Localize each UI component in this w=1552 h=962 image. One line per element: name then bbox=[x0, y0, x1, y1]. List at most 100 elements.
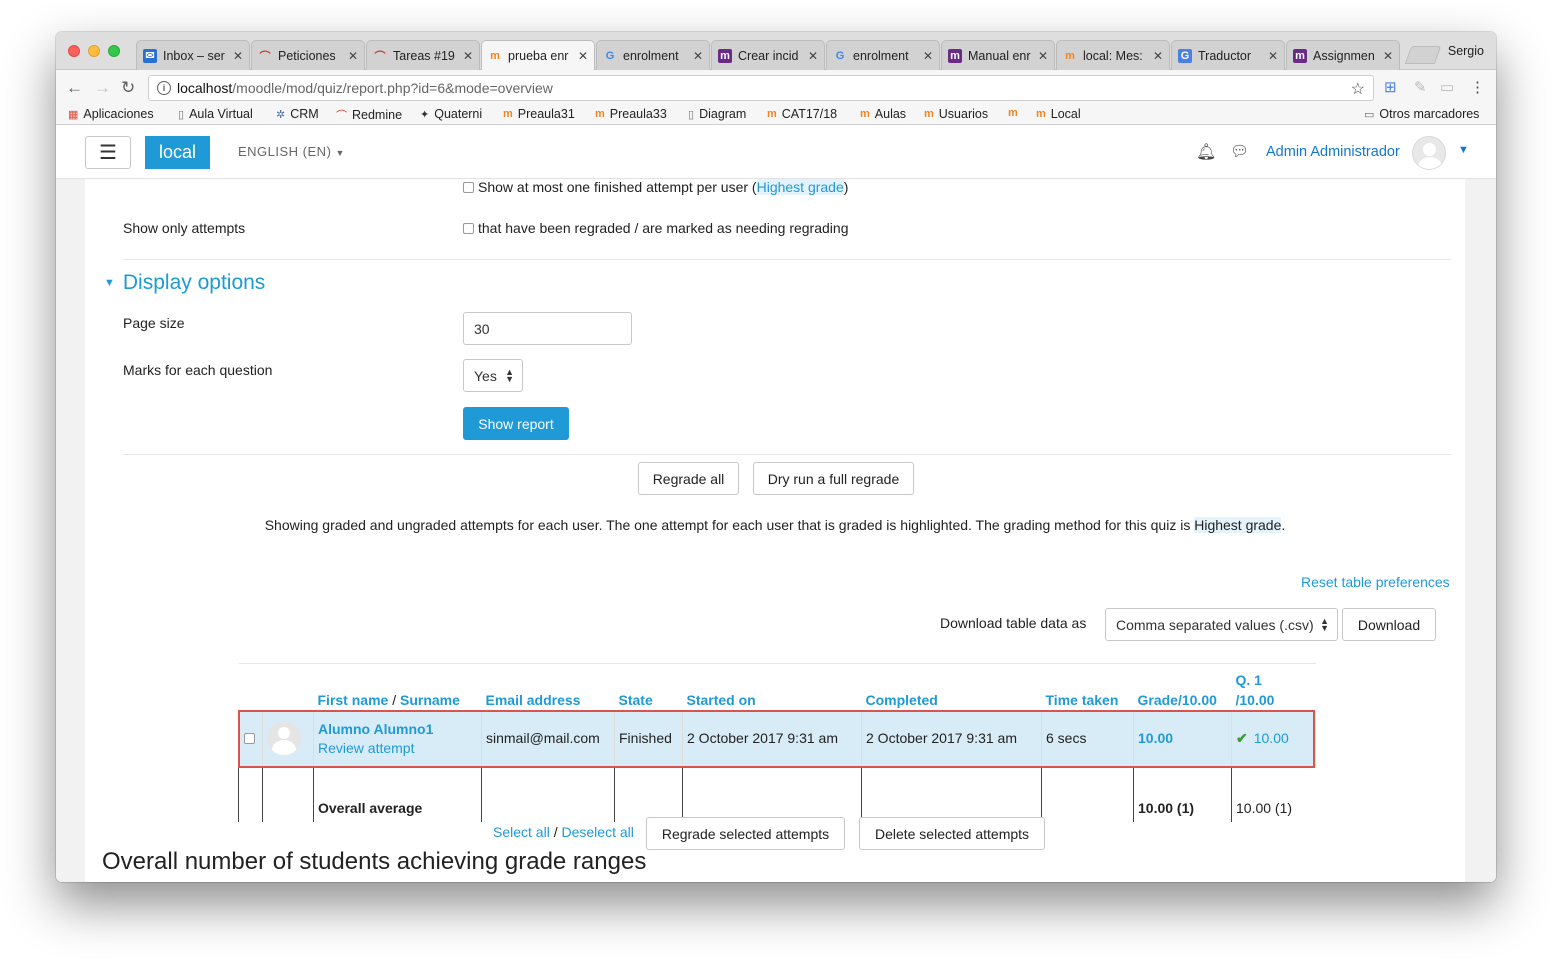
minimize-window-button[interactable] bbox=[88, 45, 100, 57]
highest-grade-link[interactable]: Highest grade bbox=[756, 179, 844, 195]
cell-state: Finished bbox=[614, 711, 683, 766]
col-q1[interactable]: Q. 1/10.00 bbox=[1231, 663, 1316, 712]
browser-tab[interactable]: G Traductor ✕ bbox=[1171, 40, 1285, 70]
menu-dots-icon[interactable]: ⋮ bbox=[1470, 78, 1485, 96]
maximize-window-button[interactable] bbox=[108, 45, 120, 57]
user-avatar[interactable] bbox=[1412, 136, 1446, 170]
browser-tab[interactable]: m Assignmen ✕ bbox=[1286, 40, 1400, 70]
regrade-all-button[interactable]: Regrade all bbox=[638, 462, 739, 495]
caret-down-icon[interactable]: ▼ bbox=[1458, 144, 1469, 156]
bookmark-other[interactable]: ▭ Otros marcadores bbox=[1364, 107, 1479, 121]
close-tab-icon[interactable]: ✕ bbox=[808, 49, 818, 63]
regraded-option[interactable]: that have been regraded / are marked as … bbox=[463, 220, 848, 236]
folder-icon: ▭ bbox=[1364, 108, 1375, 121]
drawer-toggle-button[interactable]: ☰ bbox=[85, 136, 131, 169]
chat-bubble-icon[interactable]: 💬︎ bbox=[1230, 142, 1249, 160]
browser-tab[interactable]: ✉ Inbox – ser ✕ bbox=[136, 40, 250, 70]
regrade-selected-button[interactable]: Regrade selected attempts bbox=[646, 817, 845, 850]
grade-link[interactable]: 10.00 bbox=[1138, 730, 1173, 746]
close-tab-icon[interactable]: ✕ bbox=[348, 49, 358, 63]
one-attempt-checkbox[interactable] bbox=[463, 182, 474, 193]
browser-tab[interactable]: ⌒ Peticiones ✕ bbox=[251, 40, 365, 70]
bookmark-preaula31[interactable]: m Preaula31 bbox=[503, 107, 575, 121]
review-attempt-link[interactable]: Review attempt bbox=[318, 740, 477, 756]
sort-surname[interactable]: Surname bbox=[400, 692, 460, 708]
download-button[interactable]: Download bbox=[1342, 608, 1436, 641]
close-window-button[interactable] bbox=[68, 45, 80, 57]
close-tab-icon[interactable]: ✕ bbox=[578, 49, 588, 63]
browser-tab-active[interactable]: m prueba enr ✕ bbox=[481, 40, 595, 71]
back-icon[interactable]: ← bbox=[66, 78, 83, 98]
moodle-icon: m bbox=[1008, 107, 1018, 119]
profile-name[interactable]: Sergio bbox=[1448, 44, 1484, 58]
deselect-all-link[interactable]: Deselect all bbox=[561, 824, 633, 840]
forward-icon[interactable]: → bbox=[94, 78, 111, 98]
browser-tab[interactable]: ⌒ Tareas #19 ✕ bbox=[366, 40, 480, 70]
delete-selected-button[interactable]: Delete selected attempts bbox=[859, 817, 1045, 850]
close-tab-icon[interactable]: ✕ bbox=[233, 49, 243, 63]
bookmark-diagram[interactable]: ▯ Diagram bbox=[688, 107, 746, 121]
reset-table-preferences-link[interactable]: Reset table preferences bbox=[1301, 574, 1450, 590]
browser-tab[interactable]: Genrolment ✕ bbox=[826, 40, 940, 70]
browser-tab[interactable]: m Manual enr ✕ bbox=[941, 40, 1055, 70]
select-all-link[interactable]: Select all bbox=[493, 824, 550, 840]
bookmark-quaterni[interactable]: ✦ Quaterni bbox=[420, 107, 482, 121]
sort-first-name[interactable]: First name bbox=[318, 692, 389, 708]
browser-tab[interactable]: m Crear incid ✕ bbox=[711, 40, 825, 70]
page-size-input[interactable]: 30 bbox=[463, 312, 632, 345]
grade-ranges-heading: Overall number of students achieving gra… bbox=[102, 848, 647, 875]
new-tab-button[interactable] bbox=[1404, 46, 1442, 64]
bookmark-crm[interactable]: ✲ CRM bbox=[276, 107, 319, 121]
close-tab-icon[interactable]: ✕ bbox=[1383, 49, 1393, 63]
bookmark-aulas[interactable]: m Aulas bbox=[860, 107, 906, 121]
cast-icon[interactable]: ▭ bbox=[1440, 78, 1454, 96]
close-tab-icon[interactable]: ✕ bbox=[463, 49, 473, 63]
download-format-select[interactable]: Comma separated values (.csv) ▲ ▼ bbox=[1105, 608, 1338, 641]
close-tab-icon[interactable]: ✕ bbox=[693, 49, 703, 63]
close-tab-icon[interactable]: ✕ bbox=[923, 49, 933, 63]
main-content: Show at most one finished attempt per us… bbox=[85, 179, 1465, 882]
close-tab-icon[interactable]: ✕ bbox=[1268, 49, 1278, 63]
col-email[interactable]: Email address bbox=[481, 663, 615, 712]
marks-select[interactable]: Yes ▲ ▼ bbox=[463, 359, 523, 392]
col-completed[interactable]: Completed bbox=[861, 663, 1042, 712]
bell-icon[interactable]: 🔔︎ bbox=[1196, 142, 1216, 162]
user-menu-name[interactable]: Admin Administrador bbox=[1266, 144, 1400, 160]
regraded-checkbox[interactable] bbox=[463, 223, 474, 234]
close-tab-icon[interactable]: ✕ bbox=[1153, 49, 1163, 63]
display-options-toggle[interactable]: ▼ Display options bbox=[104, 271, 265, 295]
bookmark-apps[interactable]: ▦ Aplicaciones bbox=[68, 107, 154, 121]
address-bar[interactable]: i localhost/moodle/mod/quiz/report.php?i… bbox=[148, 75, 1374, 101]
bookmark-local[interactable]: m Local bbox=[1036, 107, 1081, 121]
info-icon[interactable]: i bbox=[157, 81, 171, 95]
col-time-taken[interactable]: Time taken bbox=[1041, 663, 1134, 712]
browser-tab[interactable]: Genrolment ✕ bbox=[596, 40, 710, 70]
bookmark-preaula33[interactable]: m Preaula33 bbox=[595, 107, 667, 121]
site-brand[interactable]: local bbox=[145, 136, 210, 169]
reload-icon[interactable]: ↻ bbox=[121, 78, 135, 98]
col-started[interactable]: Started on bbox=[682, 663, 862, 712]
bookmark-aula-virtual[interactable]: ▯ Aula Virtual bbox=[178, 107, 253, 121]
col-state[interactable]: State bbox=[614, 663, 683, 712]
language-menu[interactable]: ENGLISH (EN) ▼ bbox=[238, 144, 345, 159]
row-checkbox[interactable] bbox=[243, 732, 255, 744]
one-attempt-option[interactable]: Show at most one finished attempt per us… bbox=[463, 179, 848, 195]
browser-tab[interactable]: m local: Mes: ✕ bbox=[1056, 40, 1170, 70]
show-report-button[interactable]: Show report bbox=[463, 407, 569, 440]
bookmark-usuarios[interactable]: m Usuarios bbox=[924, 107, 988, 121]
bookmark-unnamed[interactable]: m bbox=[1008, 107, 1023, 119]
caret-down-icon: ▼ bbox=[335, 148, 345, 158]
q1-grade-link[interactable]: 10.00 bbox=[1254, 730, 1289, 746]
bookmark-cat[interactable]: m CAT17/18 bbox=[767, 107, 837, 121]
student-avatar[interactable] bbox=[267, 721, 301, 756]
overall-average-row: Overall average 10.00 (1) 10.00 (1) bbox=[238, 765, 1316, 822]
bookmark-star-icon[interactable]: ☆ bbox=[1351, 79, 1365, 99]
close-tab-icon[interactable]: ✕ bbox=[1038, 49, 1048, 63]
extension-icon[interactable]: ✎ bbox=[1414, 78, 1427, 96]
col-grade[interactable]: Grade/10.00 bbox=[1133, 663, 1232, 712]
bookmark-redmine[interactable]: ⌒ Redmine bbox=[336, 107, 402, 123]
student-name-link[interactable]: Alumno Alumno1 bbox=[318, 721, 477, 737]
moodle-icon: m bbox=[860, 108, 870, 120]
dry-run-regrade-button[interactable]: Dry run a full regrade bbox=[753, 462, 914, 495]
translate-extension-icon[interactable]: ⊞ bbox=[1384, 78, 1397, 96]
